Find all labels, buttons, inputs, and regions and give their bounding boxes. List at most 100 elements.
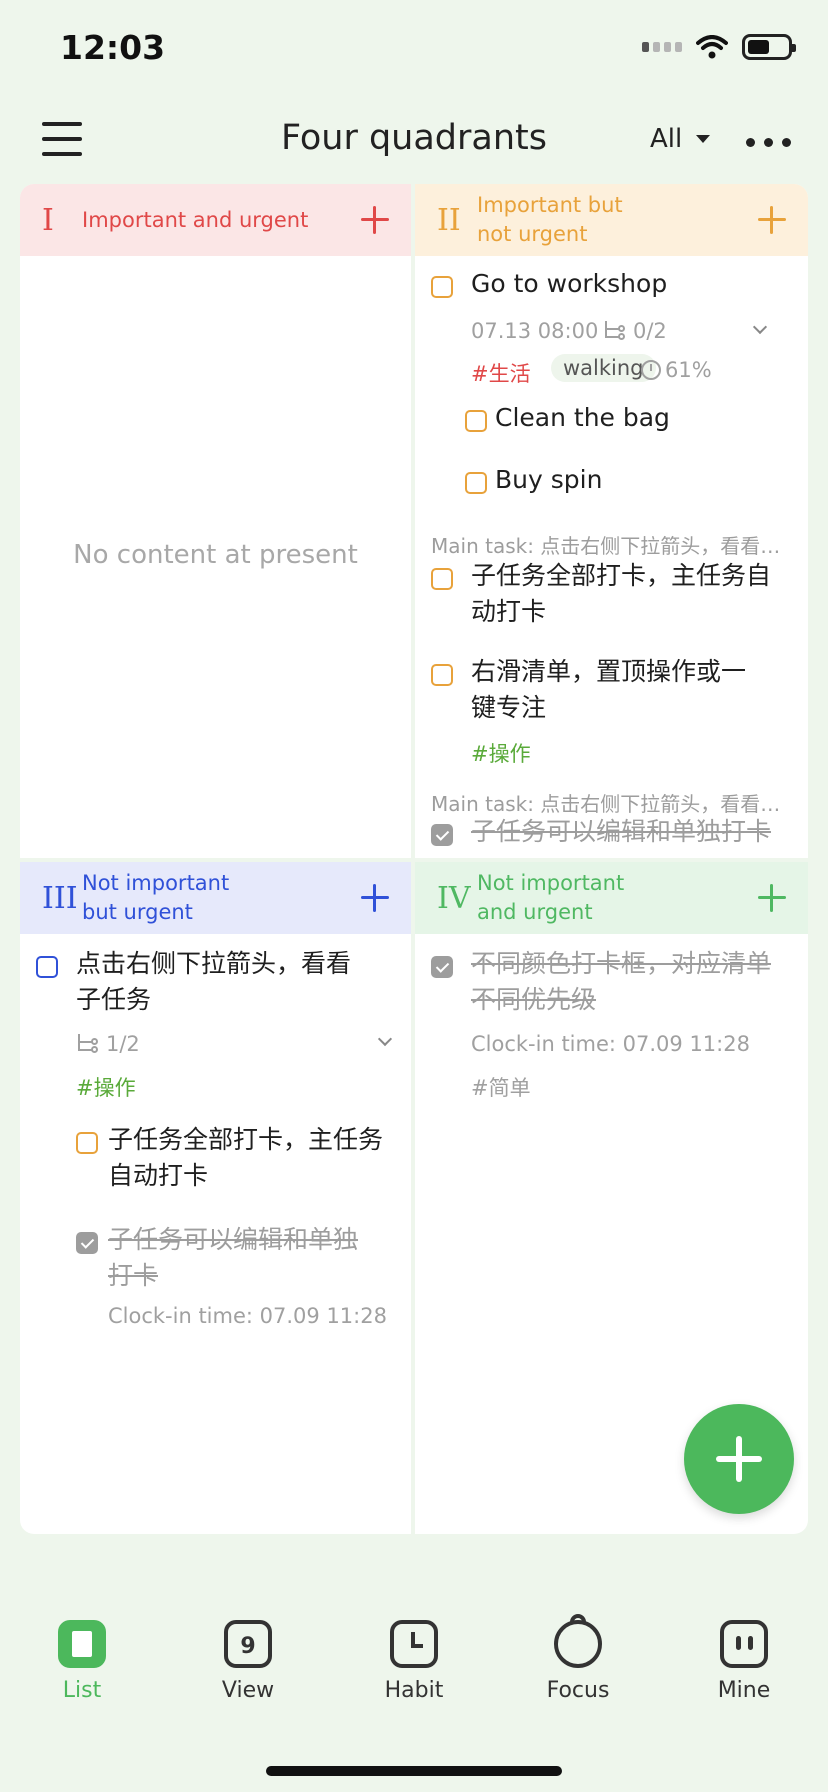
tab-label: Focus: [546, 1678, 610, 1703]
tab-label: Mine: [717, 1678, 771, 1703]
task-checkbox[interactable]: [431, 568, 453, 590]
task-title-line: 点击右侧下拉箭头，看看: [76, 949, 352, 978]
subtask-title[interactable]: Clean the bag: [495, 400, 670, 436]
quadrant-title-line: not urgent: [477, 222, 588, 246]
task-title[interactable]: 右滑清单，置顶操作或一 键专注: [471, 654, 746, 726]
home-indicator: [266, 1766, 562, 1776]
calendar-day: 9: [240, 1634, 256, 1659]
calendar-icon: 9: [224, 1620, 272, 1668]
progress-icon: [641, 360, 661, 380]
quadrant-numeral: IV: [437, 880, 471, 916]
tab-label: Habit: [384, 1678, 444, 1703]
subtask-checkbox[interactable]: [465, 410, 487, 432]
list-icon: [58, 1620, 106, 1668]
subtask-checkbox-done[interactable]: [76, 1232, 98, 1254]
add-task-icon[interactable]: [758, 206, 786, 234]
quadrant-header: II Important but not urgent: [415, 184, 808, 256]
task-tag[interactable]: #简单: [471, 1072, 531, 1102]
tab-mine[interactable]: Mine: [684, 1620, 804, 1703]
quadrant-not-important-urgent: III Not important but urgent 点击右侧下拉箭头，看看…: [20, 862, 411, 1534]
quadrant-header: I Important and urgent: [20, 184, 411, 256]
quadrant-title: Important and urgent: [82, 207, 309, 232]
clock-in-time: Clock-in time: 07.09 11:28: [471, 1032, 750, 1056]
quadrant-numeral: I: [42, 202, 54, 238]
face-icon: [720, 1620, 768, 1668]
quadrant-important-urgent: I Important and urgent No content at pre…: [20, 184, 411, 858]
subtask-title[interactable]: 子任务全部打卡，主任务 自动打卡: [108, 1122, 383, 1194]
task-title-line: 子任务: [76, 985, 152, 1014]
quadrant-numeral: II: [437, 202, 461, 238]
task-title-line: 自动打卡: [108, 1161, 209, 1190]
task-tag[interactable]: #操作: [76, 1072, 136, 1102]
subtask-checkbox[interactable]: [76, 1132, 98, 1154]
quadrant-header: IV Not important and urgent: [415, 862, 808, 934]
task-title[interactable]: 子任务可以编辑和单独打卡: [471, 814, 771, 850]
task-title[interactable]: Go to workshop: [471, 266, 667, 302]
task-checkbox[interactable]: [431, 276, 453, 298]
status-bar: 12:03: [0, 0, 828, 100]
add-task-icon[interactable]: [758, 884, 786, 912]
wifi-icon: [696, 35, 728, 59]
task-pill: walking: [551, 354, 656, 382]
status-time: 12:03: [60, 28, 166, 67]
tab-label: View: [221, 1678, 275, 1703]
main-task-label: Main task: 点击右侧下拉箭头，看看子任务: [431, 792, 791, 816]
tab-bar: List 9 View Habit Focus Mine: [0, 1614, 828, 1730]
quadrant-title-line: Important but: [477, 193, 623, 217]
task-title[interactable]: 点击右侧下拉箭头，看看 子任务: [76, 946, 351, 1018]
quadrant-numeral: III: [42, 880, 78, 916]
tab-habit[interactable]: Habit: [354, 1620, 474, 1703]
task-title-line: 右滑清单，置顶操作或一: [471, 657, 747, 686]
subtask-icon: [603, 321, 625, 341]
caret-down-icon: [696, 135, 711, 143]
task-tag[interactable]: #操作: [471, 738, 531, 768]
quadrant-grid: I Important and urgent No content at pre…: [20, 184, 808, 1534]
task-tag[interactable]: #生活: [471, 358, 531, 388]
task-checkbox[interactable]: [36, 956, 58, 978]
filter-dropdown[interactable]: All: [650, 124, 711, 154]
subtask-icon: [76, 1034, 98, 1054]
more-icon[interactable]: [746, 138, 791, 147]
tab-view[interactable]: 9 View: [188, 1620, 308, 1703]
task-progress: 61%: [665, 358, 712, 382]
main-task-label: Main task: 点击右侧下拉箭头，看看子任务: [431, 534, 791, 558]
chevron-down-icon[interactable]: [752, 319, 768, 335]
quadrant-title: Not important and urgent: [477, 869, 624, 927]
quadrant-header: III Not important but urgent: [20, 862, 411, 934]
subtask-checkbox[interactable]: [465, 472, 487, 494]
signal-icon: [642, 42, 682, 52]
task-checkbox-done[interactable]: [431, 956, 453, 978]
subtask-count: 0/2: [633, 319, 667, 343]
task-checkbox[interactable]: [431, 664, 453, 686]
subtask-title[interactable]: 子任务可以编辑和单独 打卡: [108, 1222, 358, 1294]
filter-label: All: [650, 124, 683, 154]
quadrant-title-line: Not important: [82, 871, 230, 895]
task-datetime: 07.13 08:00: [471, 319, 599, 343]
chevron-down-icon[interactable]: [377, 1031, 393, 1047]
quadrant-important-not-urgent: II Important but not urgent Go to worksh…: [415, 184, 808, 858]
add-task-fab[interactable]: [684, 1404, 794, 1514]
task-title[interactable]: 子任务全部打卡，主任务自 动打卡: [471, 558, 771, 630]
task-title-line: 子任务全部打卡，主任务: [108, 1125, 384, 1154]
quadrant-title-line: Not important: [477, 871, 625, 895]
tab-list[interactable]: List: [22, 1620, 142, 1703]
clock-in-time: Clock-in time: 07.09 11:28: [108, 1304, 387, 1328]
tomato-icon: [554, 1614, 602, 1668]
clock-icon: [390, 1620, 438, 1668]
task-title-line: 不同颜色打卡框，对应清单: [471, 949, 772, 978]
task-title-line: 打卡: [108, 1261, 159, 1290]
subtask-title[interactable]: Buy spin: [495, 462, 602, 498]
task-checkbox-done[interactable]: [431, 824, 453, 846]
add-task-icon[interactable]: [361, 206, 389, 234]
tab-focus[interactable]: Focus: [518, 1614, 638, 1703]
quadrant-title: Important but not urgent: [477, 191, 623, 249]
battery-icon: [742, 34, 796, 60]
add-task-icon[interactable]: [361, 884, 389, 912]
nav-bar: Four quadrants All: [0, 100, 828, 180]
subtask-count: 1/2: [106, 1032, 140, 1056]
status-icons: [642, 34, 796, 60]
quadrant-title-line: and urgent: [477, 900, 593, 924]
task-title-line: 子任务可以编辑和单独: [108, 1225, 359, 1254]
task-title-line: 动打卡: [471, 597, 547, 626]
task-title[interactable]: 不同颜色打卡框，对应清单 不同优先级: [471, 946, 771, 1018]
